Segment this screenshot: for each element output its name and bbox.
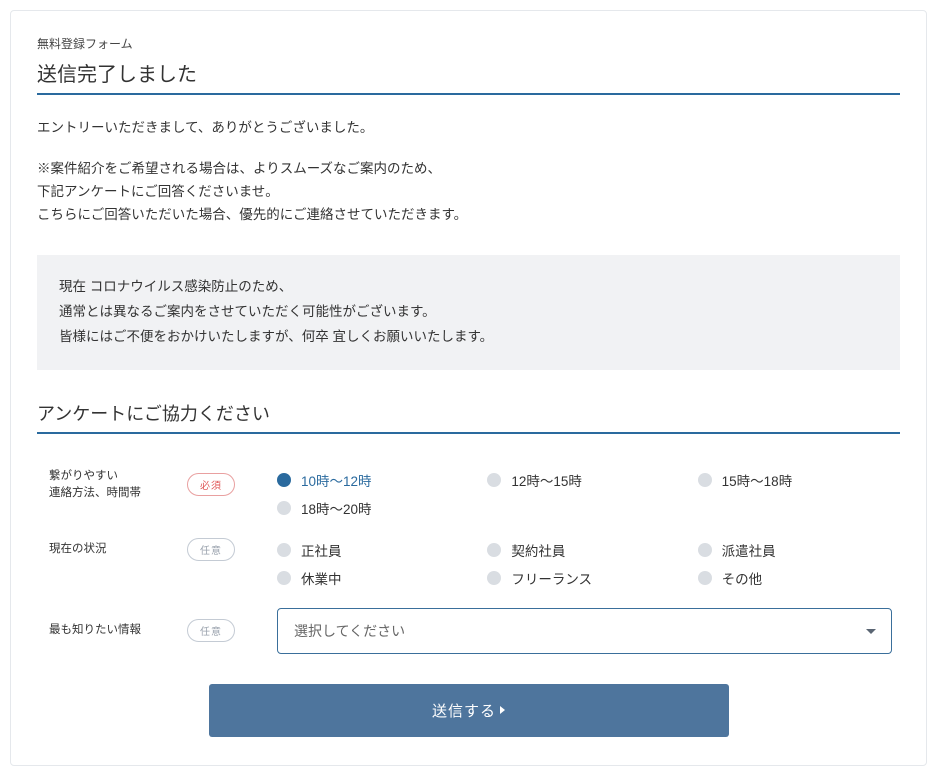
notice-box: 現在 コロナウイルス感染防止のため、 通常とは異なるご案内をさせていただく可能性…	[37, 255, 900, 370]
intro-line-2b: 下記アンケートにご回答くださいませ。	[37, 184, 279, 199]
radio-status-contract[interactable]: 契約社員	[487, 540, 681, 560]
page-title: 送信完了しました	[37, 58, 900, 95]
chevron-right-icon	[500, 706, 505, 714]
required-badge: 必須	[187, 473, 235, 496]
field-label-wrap: 最も知りたい情報 任意	[49, 619, 277, 642]
radio-label: 派遣社員	[722, 540, 776, 560]
radio-contact-12-15[interactable]: 12時～15時	[487, 470, 681, 490]
radio-status-freelance[interactable]: フリーランス	[487, 568, 681, 588]
select-placeholder: 選択してください	[294, 621, 405, 641]
radio-status-other[interactable]: その他	[698, 568, 892, 588]
intro-line-2a: ※案件紹介をご希望される場合は、よりスムーズなご案内のため、	[37, 161, 441, 176]
notice-line-1: 現在 コロナウイルス感染防止のため、	[59, 279, 292, 294]
radio-label: フリーランス	[511, 568, 592, 588]
radio-icon	[487, 543, 501, 557]
intro-line-2c: こちらにご回答いただいた場合、優先的にご連絡させていただきます。	[37, 207, 467, 222]
radio-icon	[277, 473, 291, 487]
radio-label: 休業中	[301, 568, 342, 588]
field-label-wrap: 現在の状況 任意	[49, 538, 277, 561]
radio-contact-15-18[interactable]: 15時～18時	[698, 470, 892, 490]
field-label: 最も知りたい情報	[49, 622, 169, 639]
chevron-down-icon	[866, 629, 876, 634]
info-select[interactable]: 選択してください	[277, 608, 892, 654]
radio-label: 15時～18時	[722, 470, 793, 490]
radio-contact-10-12[interactable]: 10時～12時	[277, 470, 471, 490]
radio-icon	[487, 473, 501, 487]
radio-icon	[277, 543, 291, 557]
radio-contact-18-20[interactable]: 18時～20時	[277, 498, 471, 518]
field-most-wanted-info: 最も知りたい情報 任意 選択してください	[37, 598, 900, 664]
intro-line-1: エントリーいただきまして、ありがとうございました。	[37, 117, 900, 140]
radio-status-leave[interactable]: 休業中	[277, 568, 471, 588]
radio-icon	[698, 473, 712, 487]
field-current-status: 現在の状況 任意 正社員 契約社員 派遣社員 休業中 フリーランス	[37, 528, 900, 598]
submit-row: 送信する	[37, 684, 900, 737]
intro-line-2: ※案件紹介をご希望される場合は、よりスムーズなご案内のため、 下記アンケートにご…	[37, 158, 900, 227]
field-contact-time: 繋がりやすい 連絡方法、時間帯 必須 10時～12時 12時～15時 15時～1…	[37, 458, 900, 528]
radio-status-fulltime[interactable]: 正社員	[277, 540, 471, 560]
radio-label: 10時～12時	[301, 470, 372, 490]
radio-icon	[487, 571, 501, 585]
radio-status-dispatch[interactable]: 派遣社員	[698, 540, 892, 560]
radio-label: 12時～15時	[511, 470, 582, 490]
field-label: 繋がりやすい 連絡方法、時間帯	[49, 468, 169, 503]
field-label-wrap: 繋がりやすい 連絡方法、時間帯 必須	[49, 468, 277, 503]
form-name: 無料登録フォーム	[37, 35, 900, 52]
radio-icon	[698, 571, 712, 585]
radio-label: 18時～20時	[301, 498, 372, 518]
notice-line-3: 皆様にはご不便をおかけいたしますが、何卒 宜しくお願いいたします。	[59, 329, 493, 344]
notice-line-2: 通常とは異なるご案内をさせていただく可能性がございます。	[59, 304, 436, 319]
form-card: 無料登録フォーム 送信完了しました エントリーいただきまして、ありがとうございま…	[10, 10, 927, 766]
contact-options: 10時～12時 12時～15時 15時～18時 18時～20時	[277, 468, 892, 518]
intro-block: エントリーいただきまして、ありがとうございました。 ※案件紹介をご希望される場合…	[37, 117, 900, 227]
radio-icon	[698, 543, 712, 557]
radio-label: 正社員	[301, 540, 342, 560]
field-label: 現在の状況	[49, 541, 169, 558]
submit-label: 送信する	[432, 700, 496, 721]
info-select-wrap: 選択してください	[277, 608, 892, 654]
radio-label: 契約社員	[511, 540, 565, 560]
radio-icon	[277, 571, 291, 585]
optional-badge: 任意	[187, 619, 235, 642]
survey-title: アンケートにご協力ください	[37, 400, 900, 434]
optional-badge: 任意	[187, 538, 235, 561]
radio-label: その他	[722, 568, 763, 588]
status-options: 正社員 契約社員 派遣社員 休業中 フリーランス その他	[277, 538, 892, 588]
field-label-line2: 連絡方法、時間帯	[49, 487, 141, 499]
radio-icon	[277, 501, 291, 515]
field-label-line1: 繋がりやすい	[49, 470, 118, 482]
submit-button[interactable]: 送信する	[209, 684, 729, 737]
